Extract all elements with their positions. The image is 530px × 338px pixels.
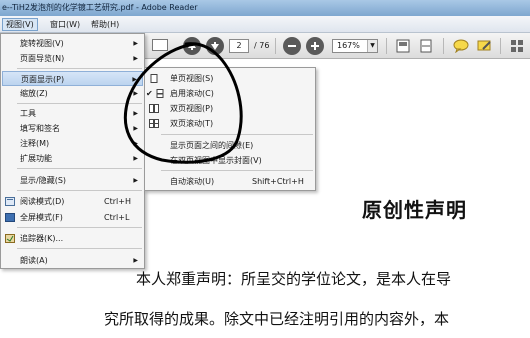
arrow-up-icon <box>188 42 196 50</box>
scrolling-page-icon <box>156 89 164 98</box>
menu-item-fill-and-sign[interactable]: 填写和签名 ▶ <box>2 121 143 136</box>
zoom-out-button[interactable] <box>283 37 301 55</box>
minus-icon <box>288 45 296 47</box>
chevron-right-icon: ▶ <box>133 177 138 184</box>
chevron-right-icon: ▶ <box>133 257 138 264</box>
tracker-icon <box>5 234 15 243</box>
menu-item-tools[interactable]: 工具 ▶ <box>2 106 143 121</box>
menu-item-full-screen[interactable]: 全屏模式(F) Ctrl+L <box>2 210 143 225</box>
chevron-right-icon: ▶ <box>132 76 137 83</box>
menu-item-two-page[interactable]: 双页视图(P) <box>146 101 314 116</box>
chevron-right-icon: ▶ <box>133 55 138 62</box>
menu-item-show-cover[interactable]: 在双页视图中显示封面(V) <box>146 153 314 168</box>
highlight-button[interactable] <box>476 37 494 55</box>
chevron-down-icon[interactable]: ▼ <box>367 40 377 52</box>
document-line-1: 本人郑重声明：所呈交的学位论文，是本人在导 <box>136 270 452 288</box>
page-total: / 76 <box>254 41 270 50</box>
arrow-down-icon <box>211 42 219 50</box>
page-number-input[interactable]: 2 <box>229 39 249 53</box>
menu-divider <box>161 170 313 171</box>
chevron-right-icon: ▶ <box>133 110 138 117</box>
fit-page-button[interactable] <box>394 37 412 55</box>
menu-divider <box>17 103 142 104</box>
toolbar-divider <box>500 38 501 54</box>
tools-button[interactable] <box>508 37 526 55</box>
menu-item-zoom[interactable]: 缩放(Z) ▶ <box>2 86 143 101</box>
chevron-right-icon: ▶ <box>133 155 138 162</box>
menu-item-auto-scroll[interactable]: 自动滚动(U) Shift+Ctrl+H <box>146 174 314 189</box>
menu-item-tracker[interactable]: 追踪器(K)... <box>2 231 143 246</box>
toolbar-divider <box>443 38 444 54</box>
menu-item-show-gaps[interactable]: 显示页面之间的间隙(E) <box>146 138 314 153</box>
zoom-in-button[interactable] <box>306 37 324 55</box>
zoom-value: 167% <box>337 41 360 50</box>
plus-icon <box>311 42 319 50</box>
menu-item-read-mode[interactable]: 阅读模式(D) Ctrl+H <box>2 194 143 209</box>
view-menu: 旋转视图(V) ▶ 页面导览(N) ▶ 页面显示(P) ▶ 缩放(Z) ▶ 工具 ▶ 填写… <box>0 33 145 269</box>
single-page-icon <box>150 74 158 83</box>
menu-item-page-navigation[interactable]: 页面导览(N) ▶ <box>2 51 143 66</box>
document-heading: 原创性声明 <box>362 198 467 222</box>
select-tool-icon[interactable] <box>152 39 168 51</box>
full-screen-icon <box>5 213 15 222</box>
fit-width-button[interactable] <box>417 37 435 55</box>
menu-item-show-hide[interactable]: 显示/隐藏(S) ▶ <box>2 173 143 188</box>
menu-divider <box>17 248 142 249</box>
comment-button[interactable] <box>452 37 470 55</box>
menu-divider <box>17 190 142 191</box>
page-display-submenu: 单页视图(S) ✔ 启用滚动(C) 双页视图(P) 双页滚动(T) 显示页面之间… <box>144 67 316 191</box>
two-page-icon <box>149 104 159 113</box>
menu-bar: 视图(V) 窗口(W) 帮助(H) <box>0 16 530 33</box>
highlighter-icon <box>477 40 491 51</box>
menu-item-comment[interactable]: 注释(M) ▶ <box>2 136 143 151</box>
menu-divider <box>161 134 313 135</box>
menu-divider <box>17 227 142 228</box>
menu-view[interactable]: 视图(V) <box>2 18 38 31</box>
previous-page-button[interactable] <box>183 37 201 55</box>
menu-divider <box>17 68 142 69</box>
checkmark-icon: ✔ <box>146 89 153 98</box>
toolbar-divider <box>275 38 276 54</box>
fit-page-icon <box>396 39 410 53</box>
next-page-button[interactable] <box>206 37 224 55</box>
tools-icon <box>511 40 523 52</box>
menu-window[interactable]: 窗口(W) <box>47 18 83 31</box>
menu-divider <box>17 168 142 169</box>
two-page-scrolling-icon <box>149 119 159 128</box>
speech-bubble-icon <box>453 39 469 53</box>
document-line-2: 究所取得的成果。除文中已经注明引用的内容外，本 <box>104 310 450 328</box>
fit-width-icon <box>420 39 432 53</box>
menu-item-single-page[interactable]: 单页视图(S) <box>146 71 314 86</box>
menu-item-page-display[interactable]: 页面显示(P) ▶ <box>2 71 143 86</box>
chevron-right-icon: ▶ <box>133 90 138 97</box>
menu-item-rotate-view[interactable]: 旋转视图(V) ▶ <box>2 36 143 51</box>
window-title: e--TiH2发泡剂的化学镀工艺研究.pdf - Adobe Reader <box>2 3 198 12</box>
chevron-right-icon: ▶ <box>133 40 138 47</box>
menu-item-extended[interactable]: 扩展功能 ▶ <box>2 151 143 166</box>
menu-item-enable-scrolling[interactable]: ✔ 启用滚动(C) <box>146 86 314 101</box>
menu-item-read-aloud[interactable]: 朗读(A) ▶ <box>2 253 143 268</box>
zoom-select[interactable]: 167% ▼ <box>332 39 378 53</box>
menu-help[interactable]: 帮助(H) <box>88 18 122 31</box>
toolbar-divider <box>386 38 387 54</box>
window-title-bar: e--TiH2发泡剂的化学镀工艺研究.pdf - Adobe Reader <box>0 0 530 16</box>
menu-item-two-page-scrolling[interactable]: 双页滚动(T) <box>146 116 314 131</box>
read-mode-icon <box>5 197 15 206</box>
chevron-right-icon: ▶ <box>133 125 138 132</box>
chevron-right-icon: ▶ <box>133 140 138 147</box>
